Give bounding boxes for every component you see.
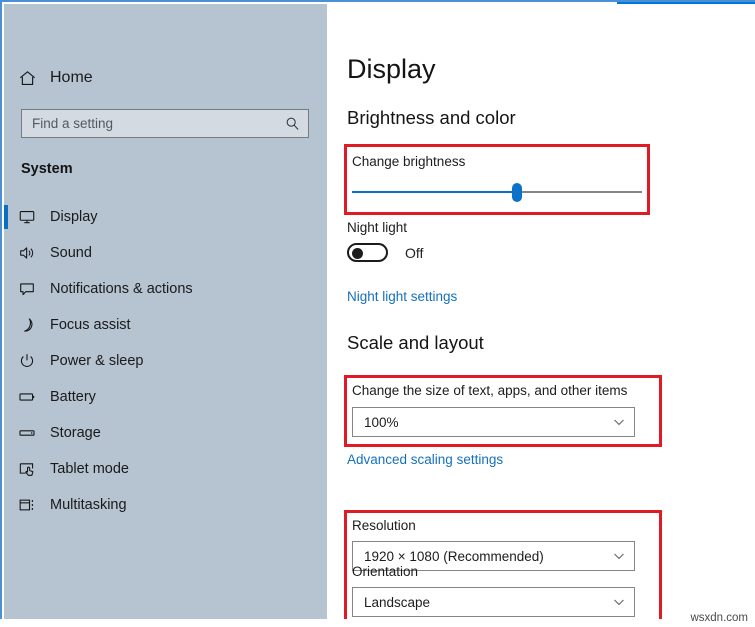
chevron-down-icon bbox=[612, 595, 626, 609]
sidebar-item-power-sleep[interactable]: Power & sleep bbox=[4, 343, 327, 379]
sidebar-item-label: Display bbox=[50, 209, 98, 225]
sidebar-item-label: Power & sleep bbox=[50, 353, 144, 369]
settings-content: Display Brightness and color Change brig… bbox=[327, 4, 755, 619]
notification-icon bbox=[4, 280, 50, 298]
advanced-scaling-settings-link[interactable]: Advanced scaling settings bbox=[347, 452, 503, 467]
search-input[interactable] bbox=[32, 116, 285, 131]
storage-icon bbox=[4, 424, 50, 442]
sidebar-nav-list: Display Sound Notifications & actions Fo… bbox=[4, 199, 327, 523]
resolution-value: 1920 × 1080 (Recommended) bbox=[364, 548, 544, 564]
change-brightness-label: Change brightness bbox=[352, 154, 466, 169]
sidebar-item-label: Storage bbox=[50, 425, 101, 441]
sidebar-item-label: Tablet mode bbox=[50, 461, 129, 477]
sidebar-item-display[interactable]: Display bbox=[4, 199, 327, 235]
sidebar-item-label: Notifications & actions bbox=[50, 281, 193, 297]
search-setting-box[interactable] bbox=[21, 109, 309, 138]
section-heading-brightness: Brightness and color bbox=[347, 107, 516, 128]
battery-icon bbox=[4, 388, 50, 406]
sidebar-group-header: System bbox=[21, 161, 73, 177]
sidebar-item-tablet-mode[interactable]: Tablet mode bbox=[4, 451, 327, 487]
orientation-dropdown[interactable]: Landscape bbox=[352, 587, 635, 617]
night-light-label: Night light bbox=[347, 220, 408, 235]
brightness-slider[interactable] bbox=[352, 182, 642, 202]
page-title: Display bbox=[347, 54, 436, 84]
settings-window: Settings Home bbox=[0, 0, 755, 619]
scale-label: Change the size of text, apps, and other… bbox=[352, 383, 628, 398]
tablet-touch-icon bbox=[4, 460, 50, 478]
sidebar-item-notifications[interactable]: Notifications & actions bbox=[4, 271, 327, 307]
selection-indicator bbox=[4, 205, 8, 229]
power-icon bbox=[4, 352, 50, 370]
section-heading-scale: Scale and layout bbox=[347, 332, 484, 353]
night-light-settings-link[interactable]: Night light settings bbox=[347, 289, 457, 304]
sidebar-item-multitasking[interactable]: Multitasking bbox=[4, 487, 327, 523]
chevron-down-icon bbox=[612, 549, 626, 563]
orientation-label: Orientation bbox=[352, 564, 419, 579]
sidebar-item-label: Focus assist bbox=[50, 317, 131, 333]
speaker-icon bbox=[4, 244, 50, 262]
scale-dropdown[interactable]: 100% bbox=[352, 407, 635, 437]
sidebar-item-focus-assist[interactable]: Focus assist bbox=[4, 307, 327, 343]
resolution-label: Resolution bbox=[352, 518, 416, 533]
sidebar-item-label: Battery bbox=[50, 389, 96, 405]
scale-value: 100% bbox=[364, 414, 399, 430]
night-light-state: Off bbox=[405, 244, 424, 261]
home-icon bbox=[4, 69, 50, 88]
moon-icon bbox=[4, 316, 50, 334]
night-light-toggle[interactable] bbox=[347, 243, 388, 262]
sidebar-item-storage[interactable]: Storage bbox=[4, 415, 327, 451]
toggle-knob bbox=[352, 248, 363, 259]
slider-thumb[interactable] bbox=[512, 183, 523, 202]
multitasking-icon bbox=[4, 496, 50, 514]
sidebar-item-battery[interactable]: Battery bbox=[4, 379, 327, 415]
sidebar-item-sound[interactable]: Sound bbox=[4, 235, 327, 271]
orientation-value: Landscape bbox=[364, 594, 431, 610]
chevron-down-icon bbox=[612, 415, 626, 429]
sidebar-item-home[interactable]: Home bbox=[4, 62, 327, 94]
watermark: wsxdn.com bbox=[690, 612, 748, 624]
night-light-toggle-row: Off bbox=[347, 243, 423, 262]
monitor-icon bbox=[4, 208, 50, 226]
sidebar-item-label: Multitasking bbox=[50, 497, 127, 513]
sidebar-item-label: Sound bbox=[50, 245, 92, 261]
sidebar-home-label: Home bbox=[50, 69, 93, 86]
slider-fill bbox=[352, 191, 518, 193]
settings-sidebar: Home System bbox=[4, 4, 327, 619]
search-icon bbox=[285, 116, 300, 131]
screenshot-root: Settings Home bbox=[0, 0, 755, 627]
